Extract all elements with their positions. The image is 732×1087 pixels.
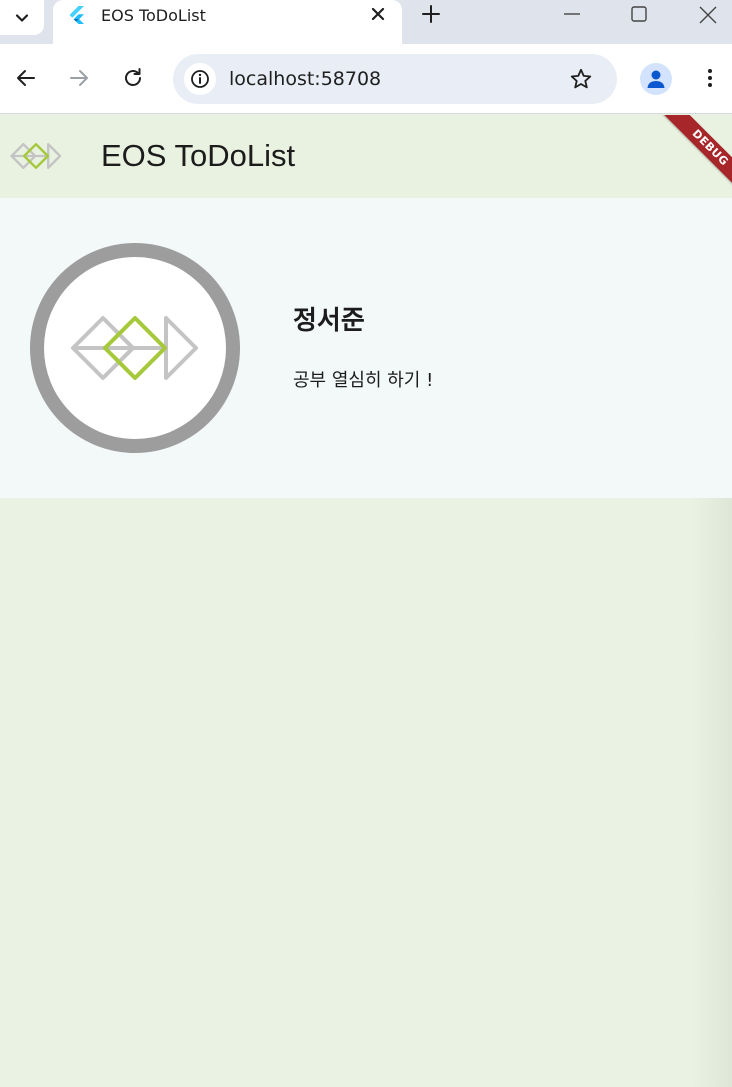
person-icon [647, 70, 665, 88]
tab-search-button[interactable] [0, 0, 44, 35]
plus-icon[interactable] [421, 4, 441, 24]
avatar [30, 243, 240, 453]
profile-button[interactable] [640, 63, 672, 95]
browser-tab-active[interactable]: EOS ToDoList [53, 0, 402, 44]
browser-toolbar: localhost:58708 [0, 44, 732, 114]
profile-card: 정서준 공부 열심히 하기 ! [0, 198, 732, 498]
tab-title: EOS ToDoList [101, 6, 206, 25]
minimize-icon[interactable] [562, 4, 582, 24]
app-title: EOS ToDoList [101, 138, 296, 173]
window-close-icon[interactable] [698, 5, 718, 25]
star-icon[interactable] [569, 67, 593, 91]
browser-tab-strip: EOS ToDoList [0, 0, 732, 44]
app-bar: EOS ToDoList [0, 115, 732, 198]
chevron-down-icon [15, 13, 29, 22]
address-bar[interactable]: localhost:58708 [173, 54, 617, 104]
avatar-inner [44, 257, 226, 439]
eos-logo-icon [71, 316, 198, 380]
eos-logo-icon [10, 143, 62, 169]
maximize-icon[interactable] [630, 5, 648, 23]
url-text[interactable]: localhost:58708 [229, 67, 381, 91]
user-name: 정서준 [293, 306, 365, 336]
flutter-icon [69, 6, 84, 24]
arrow-left-icon[interactable] [14, 66, 38, 90]
reload-icon[interactable] [121, 66, 145, 90]
close-icon[interactable] [369, 5, 387, 23]
kebab-menu-icon[interactable] [698, 66, 722, 90]
arrow-right-icon[interactable] [67, 66, 91, 90]
edge-shadow [690, 498, 732, 1087]
user-motto: 공부 열심히 하기 ! [293, 370, 434, 391]
info-icon [191, 70, 209, 88]
site-info-button[interactable] [184, 63, 216, 95]
